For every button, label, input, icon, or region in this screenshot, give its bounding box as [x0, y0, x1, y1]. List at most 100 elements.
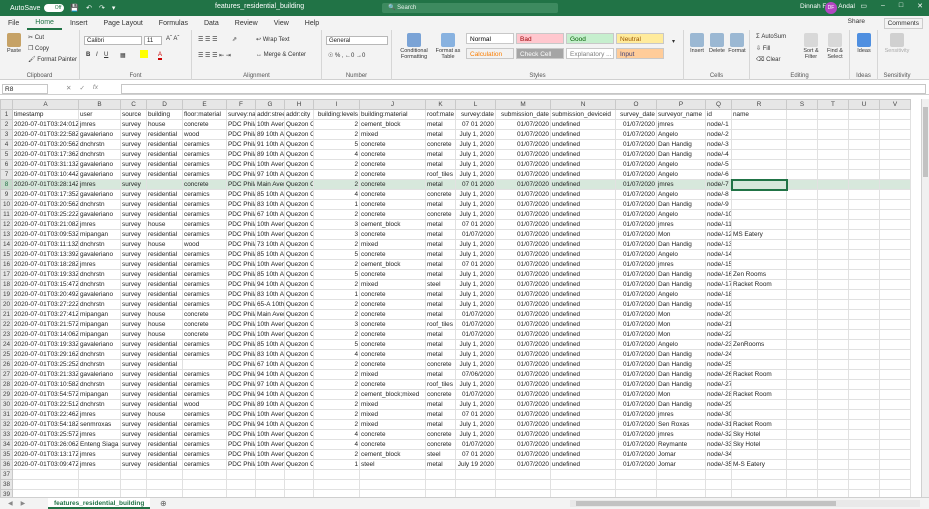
cell[interactable] — [817, 409, 849, 420]
cell[interactable] — [359, 469, 426, 480]
cell[interactable]: Quezon Ci — [284, 259, 314, 270]
cell[interactable] — [12, 489, 79, 497]
cell[interactable] — [731, 199, 787, 210]
cell[interactable]: Dan Handig — [656, 149, 706, 160]
cell[interactable]: ceramics — [182, 339, 227, 350]
cell[interactable] — [731, 299, 787, 310]
cell[interactable]: 85 10th Av — [255, 249, 285, 260]
vertical-scroll-thumb[interactable] — [923, 107, 928, 177]
cell[interactable]: residential — [146, 459, 183, 470]
cell[interactable]: 2020-07-01T03:14:06Z — [12, 329, 79, 340]
cell[interactable]: undefined — [550, 409, 616, 420]
cell[interactable]: 01/07/2020 — [495, 259, 551, 270]
cell[interactable] — [848, 239, 880, 250]
cell[interactable]: survey — [120, 199, 147, 210]
cell[interactable]: 07 01 2020 — [455, 119, 496, 130]
cell[interactable]: survey — [120, 219, 147, 230]
cell[interactable]: PDC PhilA — [226, 149, 256, 160]
cell[interactable] — [817, 289, 849, 300]
cell[interactable]: 01/07/2020 — [615, 169, 657, 180]
cell[interactable]: 01/07/2020 — [615, 389, 657, 400]
cell[interactable]: July 1, 2020 — [455, 399, 496, 410]
cell[interactable]: jmres — [656, 409, 706, 420]
cell[interactable] — [817, 269, 849, 280]
row-header[interactable]: 18 — [0, 279, 13, 290]
cell[interactable] — [817, 139, 849, 150]
cell[interactable]: 2 — [313, 159, 360, 170]
cell[interactable] — [786, 219, 818, 230]
cell[interactable]: concrete — [359, 209, 426, 220]
cell[interactable] — [879, 219, 911, 230]
cell[interactable]: concrete — [359, 429, 426, 440]
cell[interactable]: 85 10th Av — [255, 269, 285, 280]
cell[interactable]: ceramics — [182, 429, 227, 440]
cell[interactable]: metal — [425, 349, 456, 360]
cell[interactable] — [879, 329, 911, 340]
cell[interactable]: survey — [120, 439, 147, 450]
cell[interactable] — [705, 469, 732, 480]
cell[interactable] — [656, 489, 706, 497]
cell[interactable]: 2020-07-01T03:21:08Z — [12, 219, 79, 230]
cell[interactable]: 4 — [313, 349, 360, 360]
cell-style-good[interactable]: Good — [566, 33, 614, 44]
cell[interactable]: July 1, 2020 — [455, 189, 496, 200]
cell[interactable]: 01/07/2020 — [495, 379, 551, 390]
cell[interactable]: node/-33 — [705, 439, 732, 450]
cell[interactable]: surveyor_name — [656, 109, 706, 120]
cell[interactable]: mipangan — [78, 389, 121, 400]
cell[interactable] — [817, 449, 849, 460]
cell[interactable]: mixed — [359, 369, 426, 380]
cell[interactable]: 2020-07-01T03:20:56Z — [12, 139, 79, 150]
cell[interactable] — [879, 139, 911, 150]
cell[interactable]: PDC PhilA — [226, 309, 256, 320]
cell[interactable] — [786, 159, 818, 170]
cell[interactable]: 83 10th Av — [255, 349, 285, 360]
cell[interactable]: node/-30 — [705, 409, 732, 420]
cell[interactable]: Mon — [656, 319, 706, 330]
cell[interactable]: jmres — [78, 459, 121, 470]
cell[interactable]: jmres — [78, 449, 121, 460]
cell[interactable]: residential — [146, 269, 183, 280]
cell[interactable] — [786, 309, 818, 320]
menu-home[interactable]: Home — [27, 16, 62, 30]
cell[interactable]: 2 — [313, 399, 360, 410]
cell[interactable]: undefined — [550, 399, 616, 410]
cell[interactable] — [817, 459, 849, 470]
font-color-icon[interactable]: A — [158, 52, 163, 60]
cell[interactable]: 2020-07-01T03:29:16Z — [12, 349, 79, 360]
cell[interactable] — [786, 439, 818, 450]
cell[interactable] — [182, 479, 227, 490]
cell[interactable] — [848, 339, 880, 350]
cell[interactable] — [731, 189, 787, 200]
name-box[interactable]: R8 — [2, 84, 48, 94]
cell[interactable]: 01/07/2020 — [615, 139, 657, 150]
cell[interactable]: undefined — [550, 179, 616, 190]
cell[interactable]: Sen Roxas — [656, 419, 706, 430]
cell[interactable] — [730, 178, 788, 191]
cell[interactable]: 2020-07-01T03:21:33Z — [12, 369, 79, 380]
cell[interactable] — [848, 389, 880, 400]
cell[interactable]: residential — [146, 369, 183, 380]
cell[interactable] — [146, 489, 183, 497]
cell[interactable]: July 1, 2020 — [455, 199, 496, 210]
cell[interactable]: 01/07/2020 — [615, 329, 657, 340]
cell[interactable]: 2 — [313, 419, 360, 430]
cell[interactable] — [786, 429, 818, 440]
cell[interactable]: July 1, 2020 — [455, 299, 496, 310]
cell[interactable]: 01/07/2020 — [495, 429, 551, 440]
cell[interactable]: undefined — [550, 189, 616, 200]
cell[interactable]: 01/07/2020 — [615, 369, 657, 380]
cell[interactable]: undefined — [550, 359, 616, 370]
cell[interactable] — [731, 129, 787, 140]
cell[interactable] — [284, 489, 314, 497]
cell[interactable]: undefined — [550, 269, 616, 280]
cell[interactable]: metal — [425, 339, 456, 350]
row-header[interactable]: 7 — [0, 169, 13, 180]
cell[interactable]: 07 01 2020 — [455, 219, 496, 230]
cell[interactable] — [731, 209, 787, 220]
cell[interactable]: 01/07/2020 — [495, 409, 551, 420]
cell[interactable] — [848, 459, 880, 470]
cell[interactable] — [313, 469, 360, 480]
cell[interactable]: undefined — [550, 379, 616, 390]
cell[interactable]: jmres — [78, 409, 121, 420]
